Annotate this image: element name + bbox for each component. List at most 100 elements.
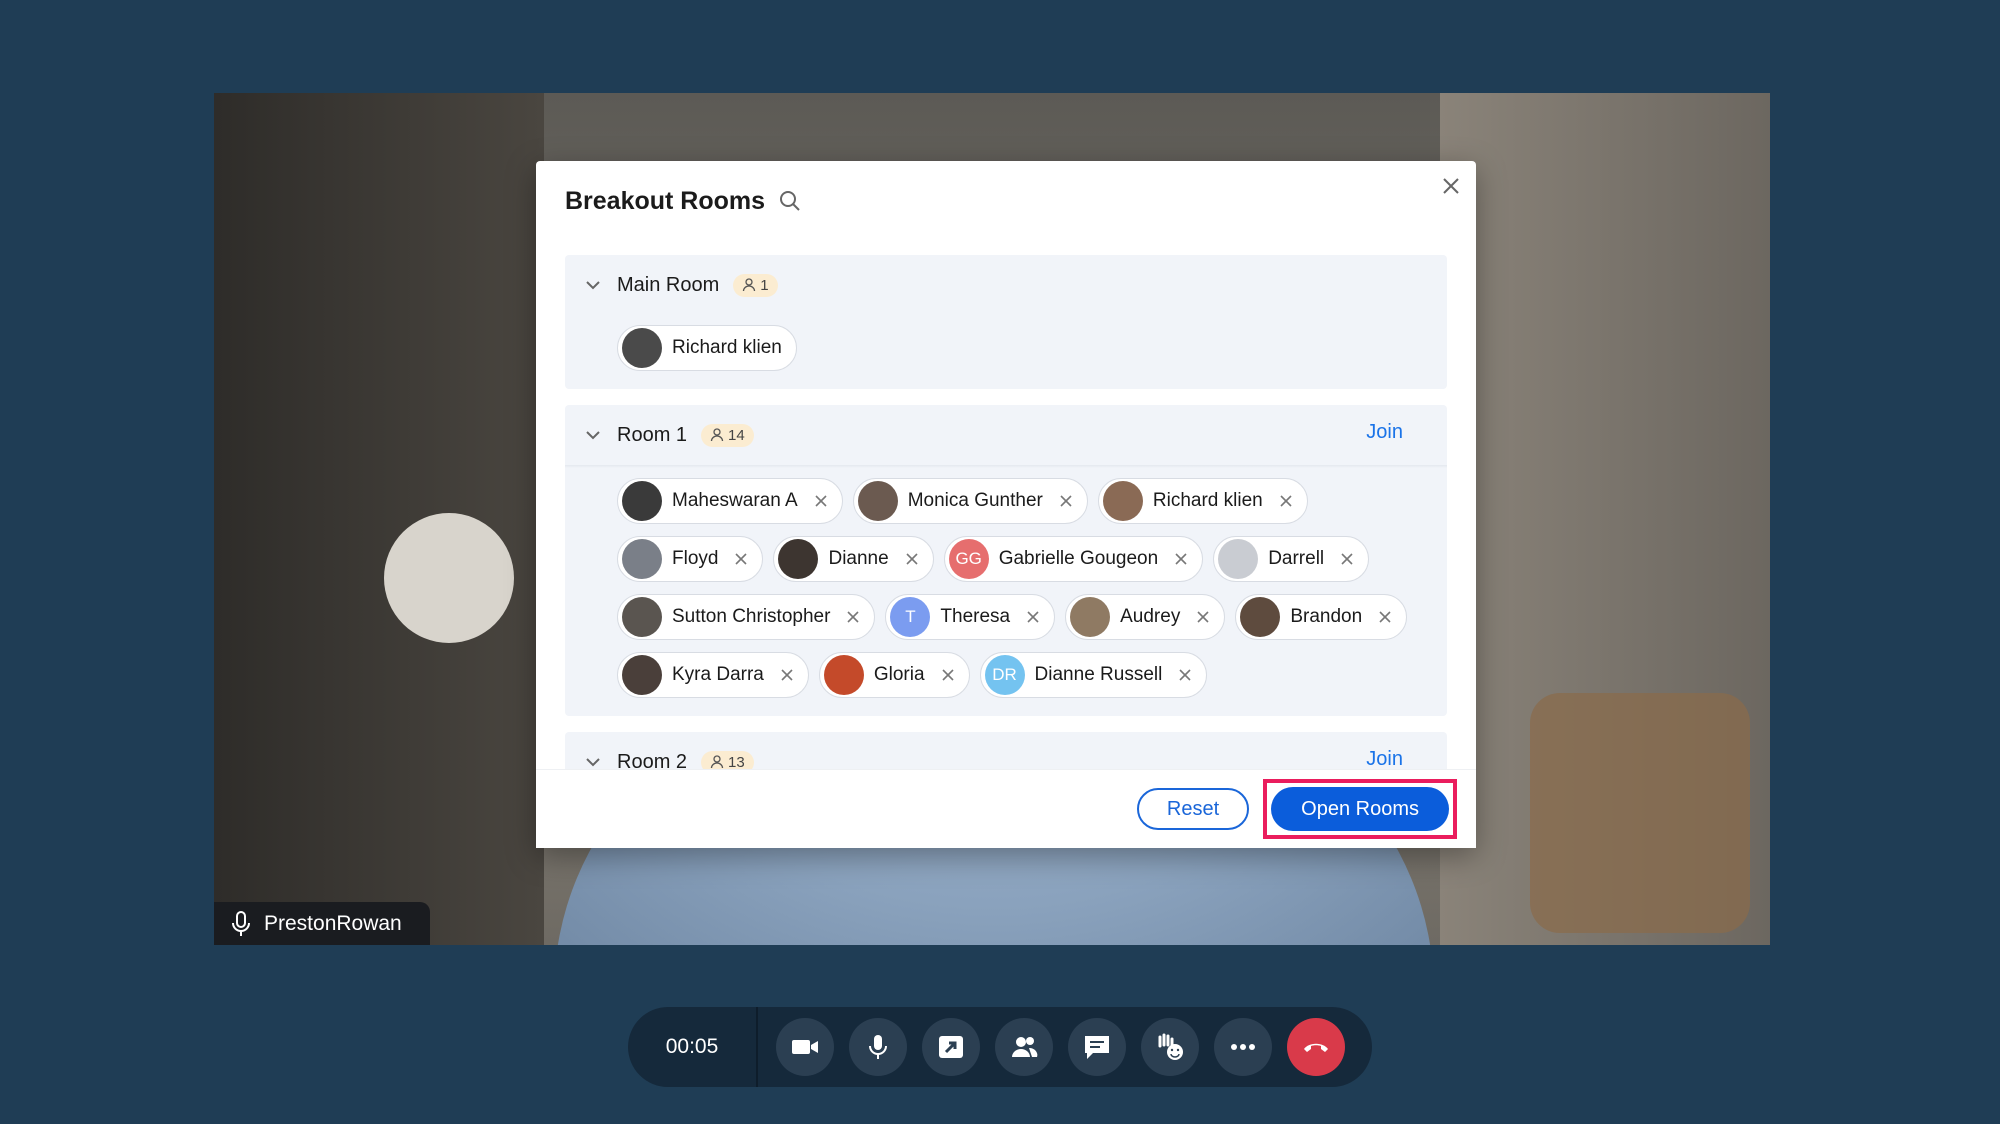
member-name: Richard klien [1152, 490, 1263, 511]
avatar: T [890, 597, 931, 637]
join-room-link[interactable]: Join [1366, 748, 1403, 771]
reset-button[interactable]: Reset [1136, 788, 1250, 830]
remove-icon[interactable] [1378, 610, 1392, 624]
close-icon[interactable] [1440, 175, 1462, 197]
share-screen-button[interactable] [922, 1018, 980, 1076]
search-icon[interactable] [778, 189, 802, 213]
chat-button[interactable] [1068, 1018, 1126, 1076]
member-chip[interactable]: Audrey [1065, 594, 1226, 640]
remove-icon[interactable] [1178, 668, 1192, 682]
remove-icon[interactable] [1196, 610, 1210, 624]
member-name: Monica Gunther [907, 490, 1043, 511]
more-icon [1231, 1044, 1255, 1050]
avatar [778, 539, 819, 579]
member-name: Maheswaran A [672, 490, 798, 511]
remove-icon[interactable] [1026, 610, 1040, 624]
microphone-icon [869, 1035, 887, 1059]
remove-icon[interactable] [1279, 494, 1293, 508]
member-name: Gabrielle Gougeon [998, 548, 1159, 569]
decor-vase [384, 513, 514, 643]
person-icon [743, 278, 756, 292]
remove-icon[interactable] [905, 552, 919, 566]
room-header[interactable]: Main Room 1 [565, 255, 1447, 315]
member-chip[interactable]: Kyra Darra [617, 652, 809, 698]
remove-icon[interactable] [941, 668, 955, 682]
member-count-badge: 1 [733, 273, 778, 297]
member-name: Dianne [828, 548, 889, 569]
member-name: Audrey [1120, 606, 1181, 627]
more-options-button[interactable] [1214, 1018, 1272, 1076]
member-chip[interactable]: DR Dianne Russell [979, 652, 1208, 698]
member-name: Dianne Russell [1034, 664, 1163, 685]
avatar: GG [948, 539, 989, 579]
open-rooms-button[interactable]: Open Rooms [1271, 787, 1449, 831]
video-camera-button[interactable] [776, 1018, 834, 1076]
avatar [622, 597, 662, 637]
microphone-icon [232, 910, 250, 936]
room-name: Main Room [617, 273, 720, 296]
participants-button[interactable] [995, 1018, 1053, 1076]
member-count: 13 [728, 753, 745, 771]
member-name: Theresa [940, 606, 1011, 627]
member-chip[interactable]: Maheswaran A [617, 478, 843, 524]
room-section: Room 1 14 Join Maheswaran A Monica Gunther Ri… [565, 405, 1447, 716]
remove-icon[interactable] [1174, 552, 1188, 566]
person-icon [710, 755, 724, 769]
join-room-link[interactable]: Join [1366, 421, 1403, 444]
decor-chair [1530, 693, 1750, 933]
room-name: Room 1 [617, 423, 688, 446]
avatar [1102, 481, 1143, 521]
remove-icon[interactable] [1340, 552, 1354, 566]
dialog-footer: Reset Open Rooms [536, 769, 1476, 848]
end-call-button[interactable] [1287, 1018, 1345, 1076]
member-chip[interactable]: Brandon [1235, 594, 1408, 640]
member-count-badge: 14 [701, 423, 754, 447]
avatar [622, 328, 662, 368]
member-chip[interactable]: T Theresa [885, 594, 1056, 640]
video-camera-icon [792, 1040, 818, 1054]
remove-icon[interactable] [846, 610, 860, 624]
end-call-icon [1304, 1043, 1328, 1052]
member-name: Gloria [873, 664, 925, 685]
participant-name-tag: PrestonRowan [214, 902, 430, 945]
call-timer: 00:05 [665, 1035, 719, 1058]
chevron-down-icon[interactable] [583, 275, 603, 295]
avatar [1218, 539, 1259, 579]
member-chip[interactable]: GG Gabrielle Gougeon [943, 536, 1204, 582]
remove-icon[interactable] [814, 494, 828, 508]
remove-icon[interactable] [780, 668, 794, 682]
avatar [622, 481, 662, 521]
participant-name: PrestonRowan [264, 911, 402, 935]
chevron-down-icon[interactable] [583, 425, 603, 445]
microphone-button[interactable] [849, 1018, 907, 1076]
member-chip[interactable]: Dianne [773, 536, 934, 582]
member-chip[interactable]: Richard klien [1097, 478, 1308, 524]
raise-hand-button[interactable] [1141, 1018, 1199, 1076]
member-chip[interactable]: Floyd [617, 536, 764, 582]
avatar [622, 655, 662, 695]
avatar [857, 481, 898, 521]
member-chip[interactable]: Monica Gunther [852, 478, 1088, 524]
room-header[interactable]: Room 1 14 Join [565, 405, 1447, 465]
avatar [622, 539, 662, 579]
avatar [1240, 597, 1281, 637]
member-chips: Richard klien [565, 315, 1447, 389]
open-rooms-highlight: Open Rooms [1263, 779, 1457, 839]
remove-icon[interactable] [1059, 494, 1073, 508]
member-count: 1 [760, 276, 769, 294]
toolbar-divider [756, 1007, 758, 1087]
member-chip[interactable]: Sutton Christopher [617, 594, 876, 640]
remove-icon[interactable] [734, 552, 748, 566]
participants-icon [1012, 1037, 1038, 1057]
member-chip[interactable]: Darrell [1213, 536, 1370, 582]
member-chip[interactable]: Richard klien [617, 325, 797, 371]
raise-hand-icon [1158, 1033, 1183, 1060]
member-name: Sutton Christopher [672, 606, 831, 627]
avatar [1070, 597, 1111, 637]
chat-icon [1085, 1036, 1109, 1059]
share-screen-icon [939, 1036, 963, 1058]
dialog-title: Breakout Rooms [565, 187, 766, 215]
member-chip[interactable]: Gloria [818, 652, 970, 698]
room-section: Main Room 1 Richard klien [565, 255, 1447, 389]
member-count: 14 [728, 426, 745, 444]
